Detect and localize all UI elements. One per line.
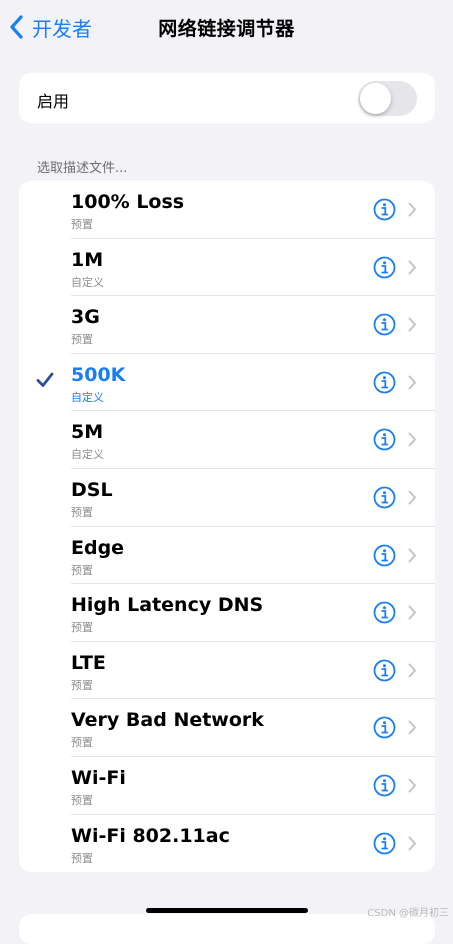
- profile-type: 预置: [71, 793, 93, 807]
- profile-title: Edge: [71, 536, 125, 559]
- navigation-bar: 开发者 网络链接调节器: [0, 0, 453, 56]
- profile-type: 预置: [71, 505, 93, 519]
- profile-type: 自定义: [71, 275, 104, 289]
- profile-row[interactable]: Edge 预置: [19, 527, 435, 585]
- home-indicator: [146, 908, 308, 913]
- profile-row[interactable]: Wi-Fi 预置: [19, 757, 435, 815]
- chevron-right-icon: [408, 720, 417, 739]
- profile-title: DSL: [71, 478, 113, 501]
- profile-type: 自定义: [71, 448, 104, 462]
- info-circle-icon[interactable]: [373, 659, 396, 686]
- info-circle-icon[interactable]: [373, 601, 396, 628]
- chevron-right-icon: [408, 317, 417, 336]
- info-circle-icon[interactable]: [373, 428, 396, 455]
- profile-row[interactable]: 100% Loss 预置: [19, 181, 435, 239]
- watermark: CSDN @碳月初三: [367, 908, 449, 919]
- chevron-right-icon: [408, 432, 417, 451]
- profile-row[interactable]: LTE 预置: [19, 642, 435, 700]
- profile-row[interactable]: High Latency DNS 预置: [19, 584, 435, 642]
- info-circle-icon[interactable]: [373, 774, 396, 801]
- chevron-right-icon: [408, 605, 417, 624]
- switch-knob: [360, 83, 391, 114]
- profile-title: High Latency DNS: [71, 594, 264, 617]
- chevron-right-icon: [408, 663, 417, 682]
- chevron-right-icon: [408, 778, 417, 797]
- chevron-right-icon: [408, 375, 417, 394]
- profile-title: Very Bad Network: [71, 709, 264, 732]
- enable-label: 启用: [37, 92, 70, 111]
- profile-type: 预置: [71, 678, 93, 692]
- checkmark-icon: [36, 372, 54, 392]
- profile-title: LTE: [71, 651, 106, 674]
- profile-row[interactable]: DSL 预置: [19, 469, 435, 527]
- info-circle-icon[interactable]: [373, 256, 396, 283]
- profile-row[interactable]: 500K 自定义: [19, 354, 435, 412]
- profile-type: 预置: [71, 563, 93, 577]
- section-header: 选取描述文件...: [37, 161, 128, 176]
- profile-row[interactable]: Wi-Fi 802.11ac 预置: [19, 815, 435, 872]
- info-circle-icon[interactable]: [373, 486, 396, 513]
- profile-title: Wi-Fi: [71, 766, 126, 789]
- profile-title: 3G: [71, 306, 100, 329]
- info-circle-icon[interactable]: [373, 544, 396, 571]
- profile-type: 预置: [71, 736, 93, 750]
- profile-type: 预置: [71, 333, 93, 347]
- chevron-right-icon: [408, 836, 417, 855]
- enable-toggle-row: 启用: [19, 73, 435, 123]
- profile-row[interactable]: Very Bad Network 预置: [19, 699, 435, 757]
- profile-type: 预置: [71, 851, 93, 865]
- profile-title: 1M: [71, 248, 104, 271]
- info-circle-icon[interactable]: [373, 198, 396, 225]
- chevron-right-icon: [408, 490, 417, 509]
- chevron-right-icon: [408, 260, 417, 279]
- profile-type: 预置: [71, 621, 93, 635]
- info-circle-icon[interactable]: [373, 832, 396, 859]
- page-title: 网络链接调节器: [158, 18, 295, 40]
- enable-switch[interactable]: [358, 81, 417, 116]
- profile-row[interactable]: 3G 预置: [19, 296, 435, 354]
- profile-title: 5M: [71, 421, 104, 444]
- profile-title: Wi-Fi 802.11ac: [71, 824, 230, 847]
- profile-row[interactable]: 1M 自定义: [19, 239, 435, 297]
- profile-list: 100% Loss 预置 1M 自定义 3G 预置 500K 自定义 5M 自定义 DSL 预置 Edg…: [19, 181, 435, 872]
- profile-type: 预置: [71, 218, 93, 231]
- profile-row[interactable]: 5M 自定义: [19, 411, 435, 469]
- info-circle-icon[interactable]: [373, 716, 396, 743]
- info-circle-icon[interactable]: [373, 313, 396, 340]
- info-circle-icon[interactable]: [373, 371, 396, 398]
- chevron-right-icon: [408, 548, 417, 567]
- profile-title: 100% Loss: [71, 191, 185, 213]
- profile-title: 500K: [71, 363, 126, 386]
- chevron-right-icon: [408, 202, 417, 221]
- profile-type: 自定义: [71, 390, 104, 404]
